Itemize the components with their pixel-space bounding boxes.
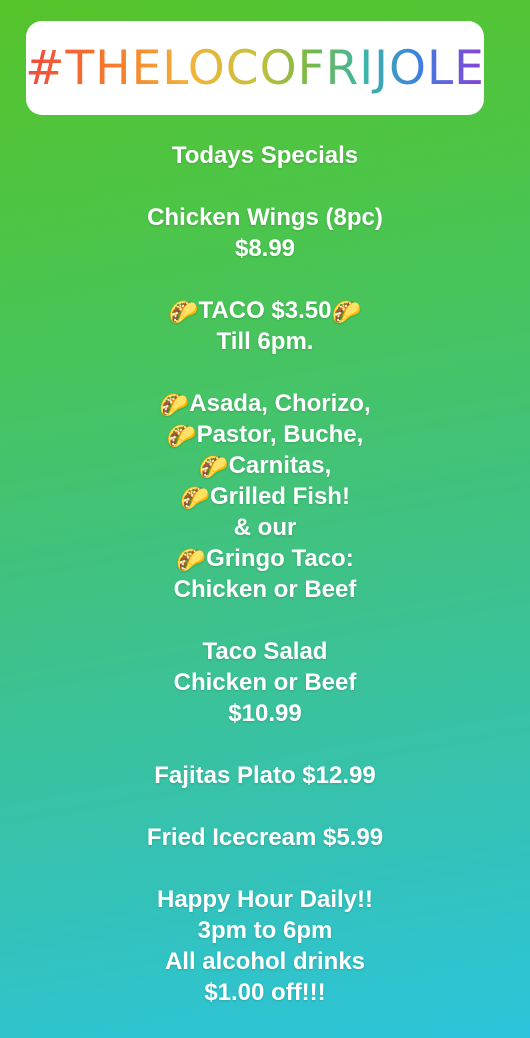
- gringo-line: 🌮Gringo Taco:: [0, 543, 530, 574]
- taco-icon: 🌮: [166, 423, 197, 450]
- taco-type-item: 🌮Grilled Fish!: [0, 481, 530, 512]
- icecream-item: Fried Icecream $5.99: [146, 824, 384, 851]
- taco-type-text: Carnitas,: [228, 452, 332, 479]
- story-frame: #THELOCOFRIJOLE Todays Specials Chicken …: [0, 0, 530, 1038]
- and-our-text: & our: [233, 514, 297, 541]
- fajitas-item: Fajitas Plato $12.99: [154, 762, 376, 789]
- taco-icon: 🌮: [180, 485, 210, 512]
- salad-price: $10.99: [228, 700, 302, 727]
- salad-name: Taco Salad: [202, 638, 328, 665]
- taco-type-item: 🌮Pastor, Buche,: [0, 419, 530, 450]
- gringo-text: Gringo Taco:: [206, 545, 354, 572]
- taco-type-text: Pastor, Buche,: [196, 421, 364, 448]
- taco-type-text: Grilled Fish!: [209, 483, 350, 510]
- happy-hour-line2: $1.00 off!!!: [204, 979, 326, 1006]
- taco-type-text: Asada, Chorizo,: [189, 390, 371, 417]
- taco-icon: 🌮: [168, 299, 199, 326]
- wings-name: Chicken Wings (8pc): [147, 204, 383, 231]
- wings-price: $8.99: [234, 235, 296, 262]
- taco-deal-time: Till 6pm.: [216, 328, 314, 355]
- happy-hour-title: Happy Hour Daily!!: [156, 886, 374, 913]
- salad-options: Chicken or Beef: [173, 669, 357, 696]
- taco-icon: 🌮: [176, 547, 207, 574]
- taco-type-item: 🌮Asada, Chorizo,: [0, 388, 530, 419]
- taco-icon: 🌮: [159, 392, 190, 419]
- taco-deal-line: 🌮TACO $3.50🌮: [0, 295, 530, 326]
- happy-hour-line1: All alcohol drinks: [164, 948, 366, 975]
- taco-icon: 🌮: [331, 299, 362, 326]
- specials-heading: Todays Specials: [171, 142, 359, 169]
- happy-hour-time: 3pm to 6pm: [197, 917, 333, 944]
- taco-type-item: 🌮Carnitas,: [0, 450, 530, 481]
- taco-icon: 🌮: [198, 454, 229, 481]
- specials-menu: Todays Specials Chicken Wings (8pc) $8.9…: [0, 140, 530, 1008]
- hashtag-text: #THELOCOFRIJOLE: [25, 40, 485, 96]
- hashtag-sticker[interactable]: #THELOCOFRIJOLE: [25, 21, 485, 115]
- gringo-options: Chicken or Beef: [173, 576, 357, 603]
- taco-deal-label: TACO $3.50: [198, 297, 332, 324]
